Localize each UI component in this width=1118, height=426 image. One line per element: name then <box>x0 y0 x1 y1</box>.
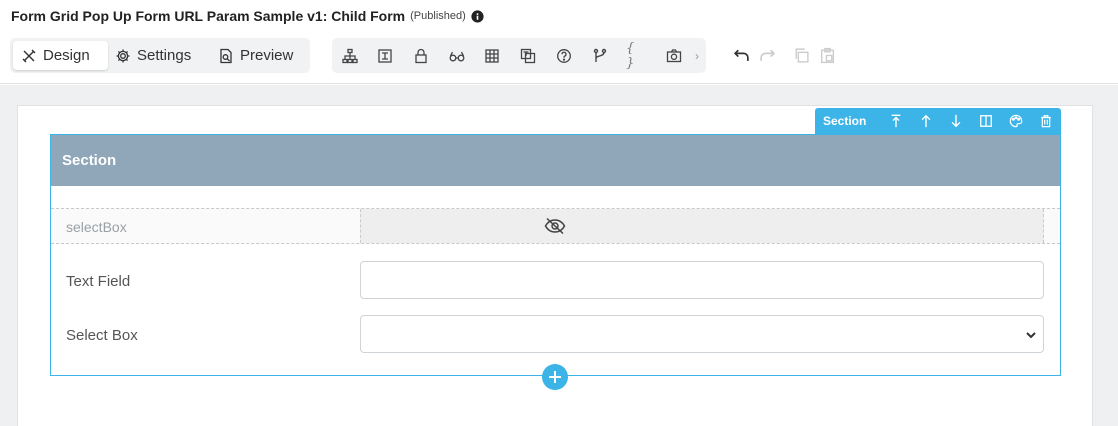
form-section[interactable]: Section selectBox Text Field Select Box <box>50 134 1061 376</box>
section-header: Section <box>51 135 1060 186</box>
camera-icon[interactable] <box>664 46 684 66</box>
status-badge: (Published) <box>410 10 466 22</box>
paste-icon[interactable] <box>817 45 837 65</box>
palette-icon[interactable] <box>1001 108 1031 134</box>
title-row: Form Grid Pop Up Form URL Param Sample v… <box>11 8 484 24</box>
plus-icon <box>549 371 561 383</box>
chevron-right-icon[interactable]: › <box>695 49 699 63</box>
chevron-down-icon <box>1026 332 1036 339</box>
trash-icon[interactable] <box>1031 108 1061 134</box>
form-tools-toolbar: { } › <box>332 38 706 73</box>
tab-design-label: Design <box>43 47 90 64</box>
field-list-icon[interactable] <box>375 46 395 66</box>
select-box-input[interactable] <box>360 315 1044 353</box>
tab-preview[interactable]: Preview <box>210 41 306 70</box>
tab-design[interactable]: Design <box>13 41 108 70</box>
braces-icon[interactable]: { } <box>626 41 646 71</box>
columns-icon[interactable] <box>971 108 1001 134</box>
info-icon[interactable] <box>471 9 484 23</box>
hidden-field-row[interactable]: selectBox <box>51 208 1060 244</box>
copy-icon[interactable] <box>791 45 811 65</box>
hidden-field-label: selectBox <box>66 219 127 235</box>
eye-slash-icon <box>544 217 566 235</box>
move-top-icon[interactable] <box>881 108 911 134</box>
preview-icon <box>220 48 232 63</box>
page-title: Form Grid Pop Up Form URL Param Sample v… <box>11 8 406 24</box>
section-toolbar: Section <box>815 108 1061 134</box>
glasses-icon[interactable] <box>447 46 467 66</box>
tab-settings-label: Settings <box>137 47 192 64</box>
tab-settings[interactable]: Settings <box>107 41 204 70</box>
text-field-input[interactable] <box>360 261 1044 299</box>
gear-icon <box>116 49 130 62</box>
translate-icon[interactable] <box>518 46 538 66</box>
design-tools-icon <box>22 49 36 62</box>
tab-preview-label: Preview <box>240 47 294 64</box>
help-icon[interactable] <box>554 46 574 66</box>
lock-icon[interactable] <box>411 46 431 66</box>
section-title: Section <box>62 152 117 169</box>
section-toolbar-label: Section <box>823 114 867 128</box>
hidden-field-placeholder <box>360 209 1044 243</box>
add-component-button[interactable] <box>542 364 568 390</box>
hierarchy-icon[interactable] <box>340 46 360 66</box>
move-up-icon[interactable] <box>911 108 941 134</box>
move-down-icon[interactable] <box>941 108 971 134</box>
select-box-label: Select Box <box>66 327 138 344</box>
text-field-label: Text Field <box>66 273 131 290</box>
mode-tabs: Design Settings Preview <box>10 38 310 73</box>
branch-icon[interactable] <box>590 46 610 66</box>
undo-icon[interactable] <box>731 45 751 65</box>
grid-icon[interactable] <box>482 46 502 66</box>
app-header: Form Grid Pop Up Form URL Param Sample v… <box>0 0 1118 84</box>
redo-icon[interactable] <box>757 45 777 65</box>
